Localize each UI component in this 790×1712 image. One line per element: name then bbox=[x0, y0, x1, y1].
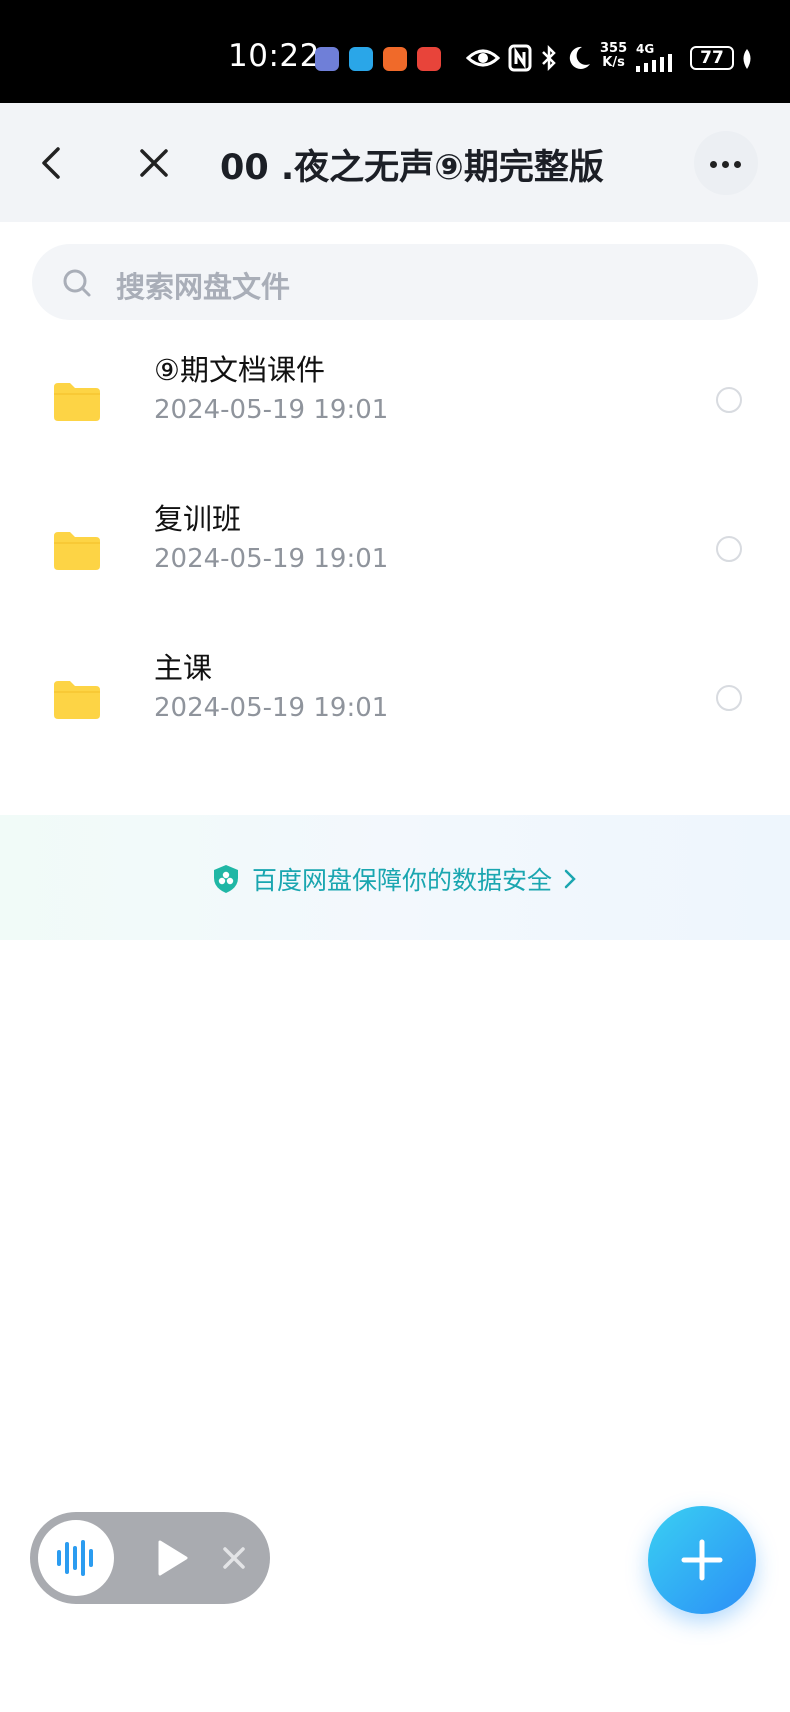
file-date: 2024-05-19 19:01 bbox=[154, 693, 389, 723]
close-button[interactable] bbox=[130, 139, 178, 187]
audio-player bbox=[30, 1512, 270, 1604]
network-speed-value: 355 bbox=[600, 41, 628, 56]
folder-icon bbox=[54, 383, 100, 421]
app-notification-icon bbox=[315, 47, 339, 71]
file-date: 2024-05-19 19:01 bbox=[154, 544, 389, 574]
app-notification-icon bbox=[383, 47, 407, 71]
play-icon[interactable] bbox=[154, 1538, 190, 1578]
close-icon[interactable] bbox=[220, 1544, 248, 1572]
back-button[interactable] bbox=[30, 139, 74, 187]
app-notification-icon bbox=[349, 47, 373, 71]
navigation-header: 00 .夜之无声⑨期完整版 bbox=[0, 103, 790, 222]
banner-text: 百度网盘保障你的数据安全 bbox=[251, 866, 552, 895]
folder-icon bbox=[54, 681, 100, 719]
network-speed-unit: K/s bbox=[602, 55, 625, 70]
list-item[interactable]: 复训班 2024-05-19 19:01 bbox=[0, 494, 790, 624]
chevron-right-icon bbox=[564, 869, 576, 889]
list-item[interactable]: ⑨期文档课件 2024-05-19 19:01 bbox=[0, 345, 790, 475]
signal-icon bbox=[636, 54, 672, 72]
select-checkbox[interactable] bbox=[716, 536, 742, 562]
shield-icon bbox=[213, 865, 238, 893]
add-button[interactable] bbox=[648, 1506, 756, 1614]
folder-icon bbox=[54, 532, 100, 570]
chevron-left-icon bbox=[42, 147, 60, 179]
search-icon bbox=[63, 269, 91, 297]
app-notification-icon bbox=[417, 47, 441, 71]
eye-icon bbox=[466, 49, 500, 67]
close-icon bbox=[140, 149, 168, 177]
status-time: 10:22 bbox=[228, 38, 320, 74]
moon-icon bbox=[569, 46, 590, 69]
more-button[interactable] bbox=[694, 131, 758, 195]
audio-wave-icon bbox=[57, 1540, 93, 1576]
battery-indicator: 77 bbox=[690, 46, 734, 70]
select-checkbox[interactable] bbox=[716, 685, 742, 711]
file-name: ⑨期文档课件 bbox=[154, 353, 325, 387]
bluetooth-icon bbox=[542, 44, 556, 72]
plus-icon bbox=[681, 1539, 723, 1581]
file-date: 2024-05-19 19:01 bbox=[154, 395, 389, 425]
search-bar[interactable]: 搜索网盘文件 bbox=[32, 244, 758, 320]
select-checkbox[interactable] bbox=[716, 387, 742, 413]
page-title: 00 .夜之无声⑨期完整版 bbox=[220, 148, 604, 188]
leaf-icon bbox=[743, 49, 751, 69]
file-name: 复训班 bbox=[154, 502, 242, 536]
network-speed: 355 K/s bbox=[600, 42, 627, 70]
search-placeholder: 搜索网盘文件 bbox=[116, 270, 291, 304]
nfc-icon bbox=[508, 44, 532, 72]
audio-wave-button[interactable] bbox=[38, 1520, 114, 1596]
security-banner[interactable]: 百度网盘保障你的数据安全 bbox=[0, 815, 790, 940]
list-item[interactable]: 主课 2024-05-19 19:01 bbox=[0, 643, 790, 773]
status-bar: 10:22 355 K/s 4G 77 bbox=[0, 0, 790, 103]
file-name: 主课 bbox=[154, 651, 213, 685]
